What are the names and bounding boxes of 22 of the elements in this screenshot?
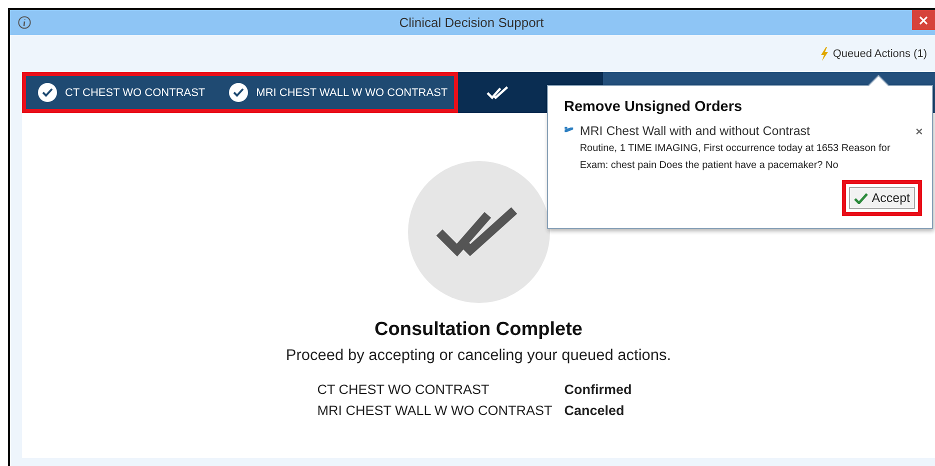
order-status: Canceled [563, 402, 626, 420]
double-check-icon [486, 86, 510, 100]
info-icon[interactable] [18, 16, 31, 29]
bed-icon [564, 124, 574, 135]
accept-button[interactable]: Accept [848, 187, 915, 209]
check-icon [854, 192, 868, 204]
order-details: Routine, 1 TIME IMAGING, First occurrence today at 1653 Reason for Exam: chest pain Does the patient have a pacemaker? No [580, 142, 892, 173]
order-name: MRI CHEST WALL W WO CONTRAST [316, 402, 554, 420]
close-icon[interactable] [916, 126, 922, 137]
summary-title: Consultation Complete [374, 319, 582, 341]
order-name: CT CHEST WO CONTRAST [316, 381, 490, 399]
close-button[interactable] [912, 10, 935, 30]
lightning-icon [820, 46, 829, 60]
popover-title: Remove Unsigned Orders [564, 99, 744, 115]
window-title: Clinical Decision Support [398, 15, 545, 30]
summary-message: Proceed by accepting or canceling your queued actions. [286, 347, 672, 365]
order-title: MRI Chest Wall with and without Contrast [580, 124, 811, 138]
queued-actions-link[interactable]: Queued Actions (1) [832, 48, 927, 60]
order-status: Confirmed [563, 381, 633, 399]
step-tab[interactable]: CT CHEST WO CONTRAST [38, 72, 206, 113]
step-tab[interactable]: MRI CHEST WALL W WO CONTRAST [229, 72, 448, 113]
close-icon [919, 16, 928, 24]
